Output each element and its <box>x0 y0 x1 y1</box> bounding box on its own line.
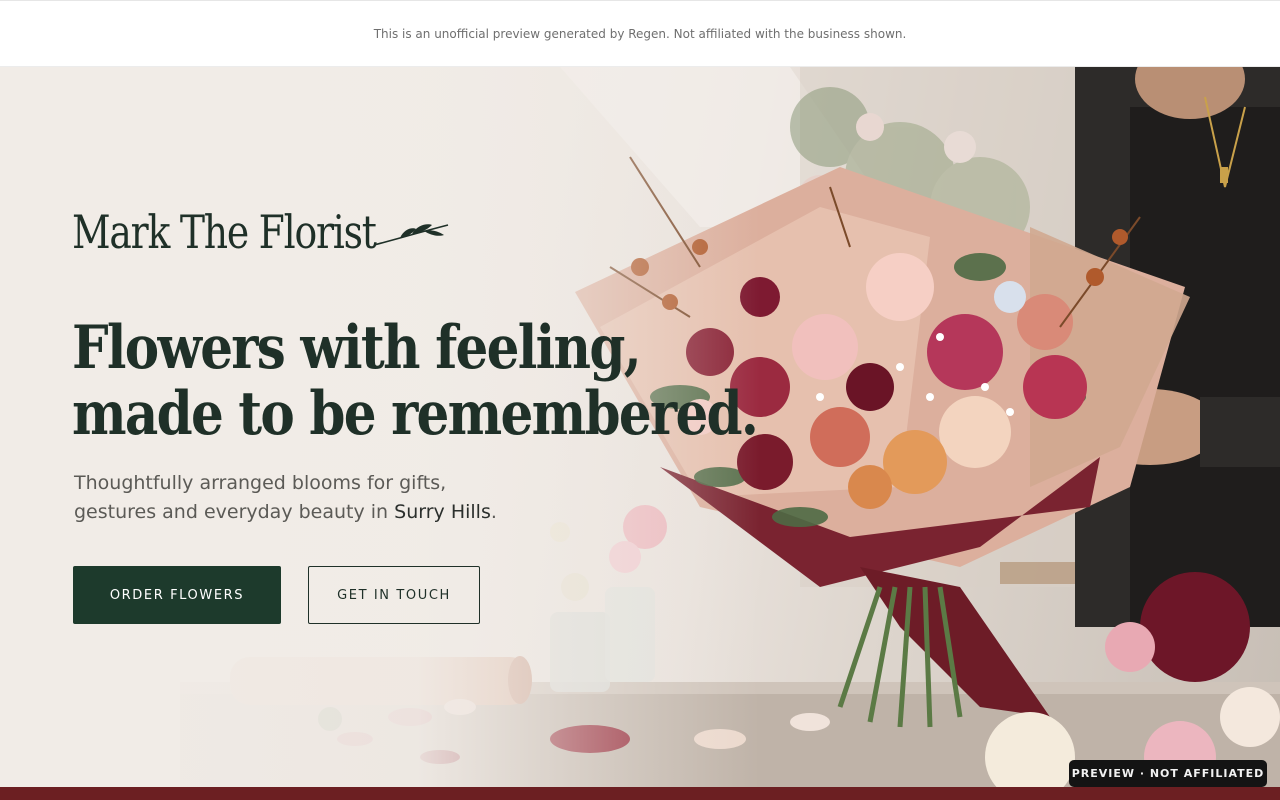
get-in-touch-button[interactable]: GET IN TOUCH <box>308 566 480 624</box>
disclaimer-bar: This is an unofficial preview generated … <box>0 0 1280 67</box>
sprig-icon <box>373 224 449 246</box>
preview-badge: PREVIEW · NOT AFFILIATED <box>1069 760 1267 787</box>
subtitle-end: . <box>490 501 497 523</box>
hero-headline: Flowers with feeling, made to be remembe… <box>72 313 759 449</box>
headline-line-2: made to be remembered. <box>72 379 759 449</box>
headline-line-1: Flowers with feeling, <box>72 313 642 383</box>
subtitle-line-1: Thoughtfully arranged blooms for gifts, <box>74 472 447 494</box>
brand-name: Mark The Florist <box>72 205 377 259</box>
disclaimer-text: This is an unofficial preview generated … <box>373 26 907 41</box>
hero-subtitle: Thoughtfully arranged blooms for gifts, … <box>74 469 594 527</box>
subtitle-line-2: gestures and everyday beauty in <box>74 501 395 523</box>
location-text: Surry Hills <box>394 501 491 523</box>
next-section-strip <box>0 787 1280 800</box>
order-flowers-button[interactable]: ORDER FLOWERS <box>73 566 281 624</box>
brand-logo[interactable]: Mark The Florist <box>72 205 449 259</box>
hero-section: Mark The Florist Flowers with feeling, m… <box>0 67 1280 787</box>
